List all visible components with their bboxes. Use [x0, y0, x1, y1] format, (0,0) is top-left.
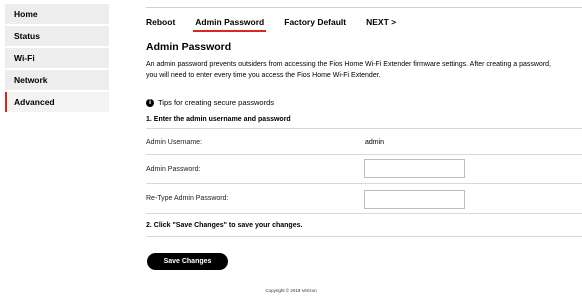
- description-line-2: you will need to enter every time you ac…: [146, 72, 381, 79]
- sidebar-item-status[interactable]: Status: [5, 26, 109, 46]
- username-label: Admin Username:: [146, 139, 203, 146]
- sidebar-item-home[interactable]: Home: [5, 4, 109, 24]
- step-1-heading: 1. Enter the admin username and password: [146, 116, 291, 123]
- divider: [146, 128, 582, 129]
- description-line-1: An admin password prevents outsiders fro…: [146, 61, 551, 68]
- sidebar-item-network[interactable]: Network: [5, 70, 109, 90]
- tips-link[interactable]: i Tips for creating secure passwords: [146, 98, 274, 107]
- password-input[interactable]: [364, 159, 465, 178]
- tab-admin-password[interactable]: Admin Password: [193, 17, 267, 33]
- page-title: Admin Password: [146, 41, 232, 53]
- top-divider: [146, 7, 582, 8]
- sidebar-item-advanced[interactable]: Advanced: [5, 92, 109, 112]
- tab-reboot[interactable]: Reboot: [146, 17, 175, 33]
- info-icon: i: [146, 98, 154, 107]
- divider: [146, 213, 582, 214]
- tab-factory-default[interactable]: Factory Default: [284, 17, 346, 33]
- tips-label: Tips for creating secure passwords: [158, 98, 275, 107]
- sidebar-item-wifi[interactable]: Wi-Fi: [5, 48, 109, 68]
- page-description: An admin password prevents outsiders fro…: [146, 59, 582, 81]
- tab-bar: Reboot Admin Password Factory Default NE…: [146, 17, 416, 33]
- sidebar-nav: Home Status Wi-Fi Network Advanced: [5, 4, 109, 114]
- save-changes-button[interactable]: Save Changes: [147, 253, 228, 270]
- tab-next[interactable]: NEXT >: [366, 17, 396, 33]
- divider: [146, 236, 582, 237]
- password-label: Admin Password:: [146, 166, 201, 173]
- retype-password-input[interactable]: [364, 190, 465, 209]
- divider: [146, 183, 582, 184]
- step-2-heading: 2. Click "Save Changes" to save your cha…: [146, 222, 303, 229]
- footer-copyright: Copyright © 2019 Verizon: [265, 288, 317, 293]
- retype-password-label: Re-Type Admin Password:: [146, 195, 229, 202]
- main-content: Reboot Admin Password Factory Default NE…: [146, 0, 582, 296]
- username-value: admin: [365, 139, 385, 146]
- divider: [146, 154, 582, 155]
